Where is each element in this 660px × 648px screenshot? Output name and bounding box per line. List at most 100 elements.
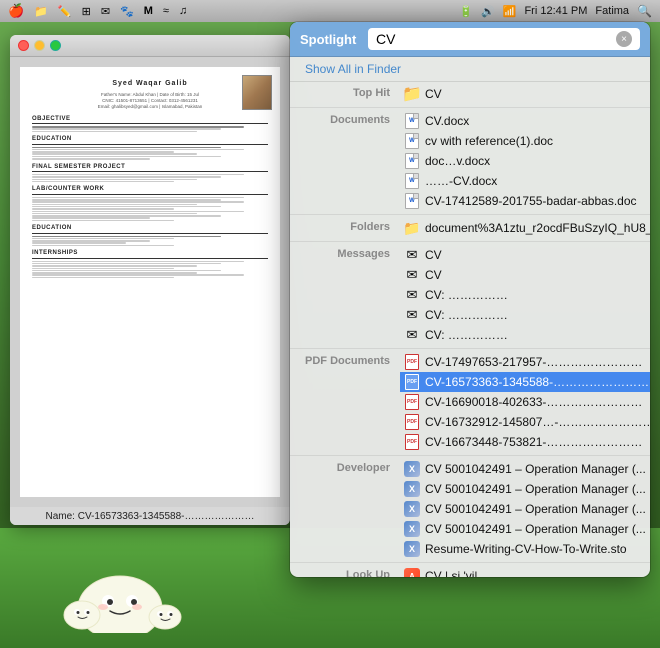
result-item-cv-docx[interactable]: W CV.docx [400,111,650,131]
section-documents: Documents W CV.docx W cv with reference(… [290,109,650,213]
divider-4 [290,348,650,349]
item-text: CV 5001042491 – Operation Manager (... [425,462,646,476]
result-item-msg5[interactable]: ✉ CV: …………… [400,325,650,345]
cv-education [32,147,268,160]
cv-edu2 [32,236,268,247]
cv-objective-title: Objective [32,115,268,124]
mail-icon-2: ✉ [404,267,420,283]
item-text: CV 5001042491 – Operation Manager (... [425,502,646,516]
spotlight-input-container[interactable]: × [368,28,640,50]
mail-icon-5: ✉ [404,327,420,343]
menubar-left: 🍎 📁 ✏️ ⊞ ✉ 🐾 M ≈ ♫ [8,3,447,19]
section-messages: Messages ✉ CV ✉ CV ✉ [290,243,650,347]
section-label-documents: Documents [290,111,400,211]
result-item-pdf5[interactable]: PDF CV-16673448-753821-…………………… [400,432,650,452]
spotlight-clear-button[interactable]: × [616,31,632,47]
section-lookup: Look Up A CV |,si 'vi| [290,564,650,577]
section-folders: Folders 📁 document%3A1ztu_r2ocdFBuSzyIQ_… [290,216,650,240]
result-item-cv-ref[interactable]: W cv with reference(1).doc [400,131,650,151]
item-text: doc…v.docx [425,154,642,168]
result-item-pdf2-active[interactable]: PDF CV-16573363-1345588-…………………… [400,372,650,392]
section-items-top-hit: 📁 CV [400,84,650,104]
result-item-msg3[interactable]: ✉ CV: …………… [400,285,650,305]
grid-icon[interactable]: ⊞ [82,5,91,18]
item-text: CV: …………… [425,328,642,342]
music-icon[interactable]: ♫ [179,5,187,17]
item-text: CV-16690018-402633-…………………… [425,395,650,409]
cv-photo [242,75,272,110]
result-item-dev4[interactable]: X CV 5001042491 – Operation Manager (... [400,519,650,539]
preview-name-bar: Name: CV-16573363-1345588-………………… [10,507,290,525]
item-text: CV: …………… [425,288,642,302]
item-text: CV-17412589-201755-badar-abbas.doc [425,194,642,208]
cv-contact: Father's Name: Abdul Khan | Date of Birt… [32,92,268,111]
word-doc-icon-5: W [404,193,420,209]
divider-3 [290,241,650,242]
xcode-icon-3: X [404,501,420,517]
apple-menu[interactable]: 🍎 [8,3,24,19]
item-text: CV 5001042491 – Operation Manager (... [425,482,646,496]
spotlight-menu-icon[interactable]: 🔍 [637,4,652,18]
item-text: CV |,si 'vi| [425,569,642,577]
result-item-pdf3[interactable]: PDF CV-16690018-402633-…………………… [400,392,650,412]
pencil-icon[interactable]: ✏️ [58,5,72,18]
wifi-icon[interactable]: 📶 [503,5,517,18]
result-item-folder[interactable]: 📁 document%3A1ztu_r2ocdFBuSzyIQ_hU8_k... [400,218,650,238]
preview-titlebar [10,35,290,57]
section-label-pdf: PDF Documents [290,352,400,452]
result-item-dev5[interactable]: X Resume-Writing-CV-How-To-Write.sto [400,539,650,559]
result-item-msg1[interactable]: ✉ CV [400,245,650,265]
mail-menu-icon[interactable]: ✉ [101,5,110,18]
spotlight-label: Spotlight [300,32,360,47]
section-top-hit: Top Hit 📁 CV [290,82,650,106]
word-doc-icon-4: W [404,173,420,189]
result-item-cv-doc4[interactable]: W ……-CV.docx [400,171,650,191]
divider-6 [290,562,650,563]
clock: Fri 12:41 PM [524,5,587,17]
result-item-msg4[interactable]: ✉ CV: …………… [400,305,650,325]
result-item-lookup[interactable]: A CV |,si 'vi| [400,566,650,577]
section-items-lookup: A CV |,si 'vi| [400,566,650,577]
username: Fatima [595,5,629,17]
cv-work-title: Lab/Counter Work [32,185,268,194]
minimize-button[interactable] [34,40,45,51]
result-item-dev3[interactable]: X CV 5001042491 – Operation Manager (... [400,499,650,519]
item-text: CV-16673448-753821-…………………… [425,435,650,449]
result-item-dev1[interactable]: X CV 5001042491 – Operation Manager (... [400,459,650,479]
paw-icon[interactable]: 🐾 [120,5,134,18]
battery-icon: 🔋 [459,5,473,18]
zoom-button[interactable] [50,40,61,51]
result-item-cv-doc5[interactable]: W CV-17412589-201755-badar-abbas.doc [400,191,650,211]
item-text-cv: CV [425,87,642,101]
close-button[interactable] [18,40,29,51]
result-item-pdf1[interactable]: PDF CV-17497653-217957-…………………… [400,352,650,372]
result-item-cv-folder[interactable]: 📁 CV [400,84,650,104]
finder-icon[interactable]: 📁 [34,5,48,18]
spotlight-search-input[interactable] [376,31,611,47]
show-all-finder[interactable]: Show All in Finder [290,57,650,82]
volume-icon[interactable]: 🔊 [481,5,495,18]
wave-icon[interactable]: ≈ [163,5,169,17]
word-doc-icon-3: W [404,153,420,169]
word-doc-icon-2: W [404,133,420,149]
section-pdf: PDF Documents PDF CV-17497653-217957-………… [290,350,650,454]
xcode-icon-2: X [404,481,420,497]
m-icon[interactable]: M [144,5,153,17]
result-item-cv-doc3[interactable]: W doc…v.docx [400,151,650,171]
result-item-dev2[interactable]: X CV 5001042491 – Operation Manager (... [400,479,650,499]
section-items-messages: ✉ CV ✉ CV ✉ CV: …………… [400,245,650,345]
section-items-pdf: PDF CV-17497653-217957-…………………… PDF CV-1… [400,352,650,452]
folder-icon: 📁 [404,86,420,102]
spotlight-search-bar: Spotlight × [290,22,650,57]
result-item-msg2[interactable]: ✉ CV [400,265,650,285]
result-item-pdf4[interactable]: PDF CV-16732912-145807…-…………………… [400,412,650,432]
folder-icon-2: 📁 [404,220,420,236]
mail-icon-1: ✉ [404,247,420,263]
spotlight-results: Show All in Finder Top Hit 📁 CV Document… [290,57,650,577]
preview-filename: Name: CV-16573363-1345588-………………… [46,511,255,522]
spotlight-window[interactable]: Spotlight × Show All in Finder Top Hit 📁… [290,22,650,577]
pdf-icon-1: PDF [404,354,420,370]
cv-internships [32,261,268,279]
section-items-documents: W CV.docx W cv with reference(1).doc W d… [400,111,650,211]
item-text: document%3A1ztu_r2ocdFBuSzyIQ_hU8_k... [425,221,650,235]
